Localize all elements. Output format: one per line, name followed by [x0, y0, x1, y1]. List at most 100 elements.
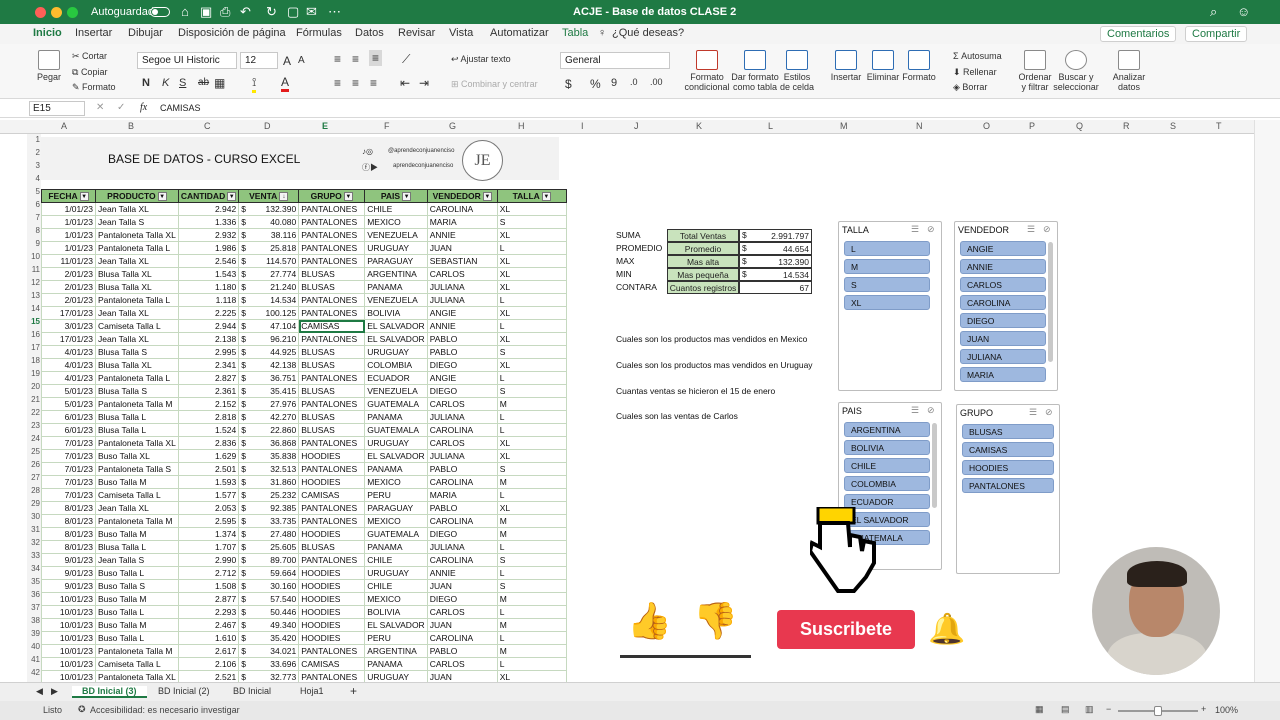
- table-cell[interactable]: L: [496, 241, 567, 255]
- table-cell[interactable]: $: [238, 488, 251, 502]
- font-color-icon[interactable]: A: [281, 75, 290, 92]
- row-header[interactable]: 31: [27, 525, 40, 534]
- table-cell[interactable]: S: [496, 579, 567, 593]
- table-cell[interactable]: $: [238, 462, 251, 476]
- table-cell[interactable]: JULIANA: [426, 280, 498, 294]
- table-cell[interactable]: 17/01/23: [41, 332, 96, 346]
- table-cell[interactable]: PERU: [364, 488, 428, 502]
- table-cell[interactable]: Pantaloneta Talla S: [95, 462, 179, 476]
- table-cell[interactable]: $: [238, 436, 251, 450]
- table-cell[interactable]: 36.868: [250, 436, 300, 450]
- slicer-scrollbar[interactable]: [932, 423, 937, 508]
- table-cell[interactable]: 2.877: [177, 592, 240, 606]
- row-header[interactable]: 34: [27, 564, 40, 573]
- table-cell[interactable]: BOLIVIA: [364, 306, 428, 320]
- table-cell[interactable]: URUGUAY: [364, 345, 428, 359]
- table-cell[interactable]: 1.374: [177, 527, 240, 541]
- name-box[interactable]: E15: [29, 101, 85, 116]
- grow-font-icon[interactable]: A: [283, 54, 291, 68]
- table-cell[interactable]: GUATEMALA: [364, 397, 428, 411]
- table-cell[interactable]: PANAMA: [364, 280, 428, 294]
- table-cell[interactable]: Jean Talla XL: [95, 332, 179, 346]
- table-cell[interactable]: URUGUAY: [364, 436, 428, 450]
- sheet-tab-hoja1[interactable]: Hoja1: [300, 686, 324, 696]
- table-cell[interactable]: PANTALONES: [298, 215, 366, 229]
- multi-select-icon[interactable]: ☰: [1029, 407, 1037, 418]
- multi-select-icon[interactable]: ☰: [911, 224, 919, 235]
- table-cell[interactable]: S: [496, 553, 567, 567]
- stat-name[interactable]: Total Ventas: [667, 229, 739, 242]
- filter-dropdown-icon[interactable]: ▼: [343, 192, 353, 202]
- header-vendedor[interactable]: VENDEDOR ▼: [426, 189, 498, 203]
- table-cell[interactable]: JUAN: [426, 579, 498, 593]
- row-header[interactable]: 32: [27, 538, 40, 547]
- table-cell[interactable]: $: [238, 579, 251, 593]
- page-layout-icon[interactable]: ▤: [1061, 704, 1070, 715]
- table-cell[interactable]: $: [238, 332, 251, 346]
- clear-button[interactable]: ◈ Borrar: [953, 82, 987, 93]
- table-cell[interactable]: Buso Talla L: [95, 605, 179, 619]
- table-cell[interactable]: PARAGUAY: [364, 254, 428, 268]
- new-file-icon[interactable]: ▢: [287, 4, 299, 20]
- row-header[interactable]: 10: [27, 252, 40, 261]
- table-cell[interactable]: 38.116: [250, 228, 300, 242]
- table-cell[interactable]: L: [496, 410, 567, 424]
- share-button[interactable]: Compartir: [1185, 26, 1248, 42]
- table-cell[interactable]: Pantaloneta Talla L: [95, 293, 179, 307]
- table-cell[interactable]: $: [238, 501, 251, 515]
- table-cell[interactable]: 57.540: [250, 592, 300, 606]
- table-cell[interactable]: $: [238, 618, 251, 632]
- row-header[interactable]: 21: [27, 395, 40, 404]
- table-cell[interactable]: HOODIES: [298, 605, 366, 619]
- table-cell[interactable]: 2.617: [177, 644, 240, 658]
- table-cell[interactable]: PANTALONES: [298, 306, 366, 320]
- table-cell[interactable]: 10/01/23: [41, 605, 96, 619]
- currency-button[interactable]: $: [565, 77, 572, 91]
- table-cell[interactable]: 10/01/23: [41, 670, 96, 682]
- zoom-slider[interactable]: [1118, 706, 1198, 716]
- table-cell[interactable]: 2.293: [177, 605, 240, 619]
- column-header-t[interactable]: T: [1216, 121, 1222, 131]
- sort-filter-button[interactable]: Ordenar y filtrar: [1016, 50, 1054, 92]
- table-cell[interactable]: HOODIES: [298, 579, 366, 593]
- table-cell[interactable]: 21.240: [250, 280, 300, 294]
- table-cell[interactable]: BLUSAS: [298, 280, 366, 294]
- save-icon[interactable]: ▣: [200, 4, 212, 20]
- table-cell[interactable]: DIEGO: [426, 358, 498, 372]
- slicer-grupo[interactable]: GRUPO ☰ ⊘ BLUSAS CAMISAS HOODIES PANTALONES: [956, 404, 1060, 574]
- table-cell[interactable]: 1.543: [177, 267, 240, 281]
- column-header-c[interactable]: C: [204, 121, 211, 131]
- tab-automatizar[interactable]: Automatizar: [490, 27, 549, 39]
- align-middle-icon[interactable]: ≡: [352, 52, 359, 66]
- column-header-o[interactable]: O: [983, 121, 990, 131]
- table-cell[interactable]: $: [238, 267, 251, 281]
- table-cell[interactable]: 5/01/23: [41, 384, 96, 398]
- table-cell[interactable]: Jean Talla S: [95, 215, 179, 229]
- table-cell[interactable]: 114.570: [250, 254, 300, 268]
- table-cell[interactable]: MEXICO: [364, 514, 428, 528]
- table-cell[interactable]: CAROLINA: [426, 553, 498, 567]
- column-header-r[interactable]: R: [1123, 121, 1130, 131]
- question-2[interactable]: Cuales son los productos mas vendidos en…: [616, 360, 813, 370]
- align-right-icon[interactable]: ≡: [370, 76, 377, 90]
- table-cell[interactable]: 2.521: [177, 670, 240, 682]
- table-cell[interactable]: 35.420: [250, 631, 300, 645]
- table-cell[interactable]: PANTALONES: [298, 397, 366, 411]
- row-header[interactable]: 6: [27, 200, 40, 209]
- table-cell[interactable]: 1.180: [177, 280, 240, 294]
- table-cell[interactable]: Blusa Talla L: [95, 540, 179, 554]
- column-header-s[interactable]: S: [1170, 121, 1176, 131]
- table-cell[interactable]: PANAMA: [364, 410, 428, 424]
- table-cell[interactable]: PANTALONES: [298, 332, 366, 346]
- table-cell[interactable]: JUAN: [426, 670, 498, 682]
- table-cell[interactable]: BLUSAS: [298, 358, 366, 372]
- table-cell[interactable]: 44.925: [250, 345, 300, 359]
- table-cell[interactable]: 2.501: [177, 462, 240, 476]
- table-cell[interactable]: L: [496, 423, 567, 437]
- table-cell[interactable]: Jean Talla XL: [95, 202, 179, 216]
- slicer-item-diego[interactable]: DIEGO: [960, 313, 1046, 328]
- prev-sheet-icon[interactable]: ◀: [36, 686, 43, 697]
- table-cell[interactable]: PANTALONES: [298, 202, 366, 216]
- column-header-q[interactable]: Q: [1076, 121, 1083, 131]
- table-cell[interactable]: S: [496, 345, 567, 359]
